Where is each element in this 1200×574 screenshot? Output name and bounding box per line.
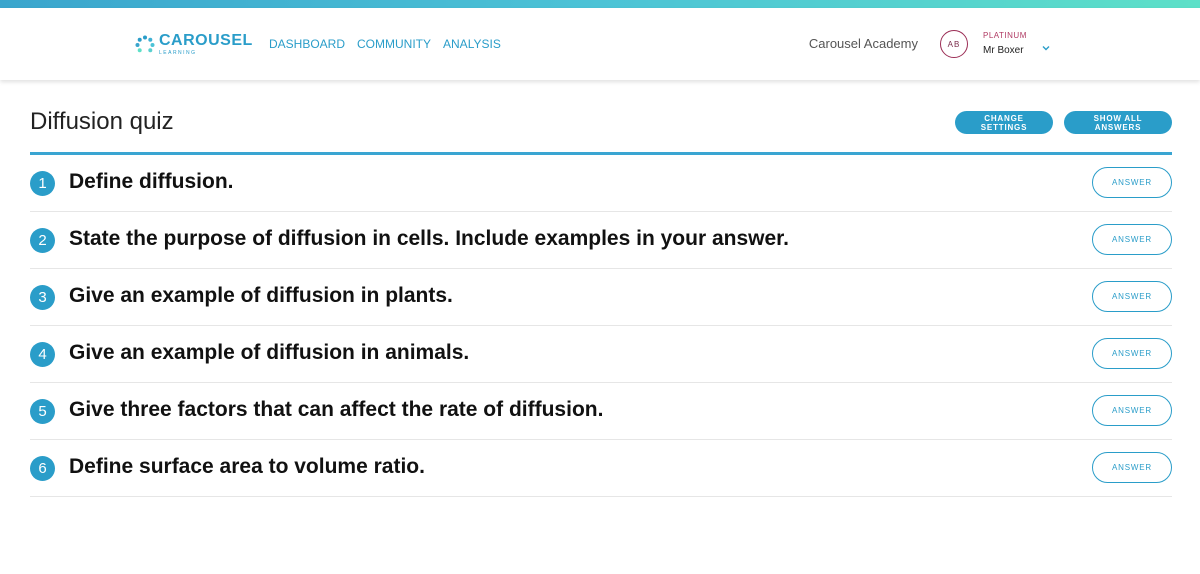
answer-button[interactable]: ANSWER [1092, 167, 1172, 198]
nav-dashboard[interactable]: DASHBOARD [269, 37, 345, 51]
school-name: Carousel Academy [808, 36, 918, 51]
question-number: 2 [30, 228, 55, 253]
chevron-down-icon[interactable] [1041, 43, 1051, 53]
logo-subtitle: LEARNING [159, 50, 197, 56]
nav-analysis[interactable]: ANALYSIS [443, 37, 501, 51]
page-title: Diffusion quiz [30, 108, 174, 135]
question-text: Give an example of diffusion in plants. [69, 284, 453, 307]
carousel-dots-icon [135, 35, 155, 53]
main-nav: DASHBOARD COMMUNITY ANALYSIS [269, 37, 501, 51]
plan-badge: PLATINUM [983, 31, 1027, 40]
question-list: 1 Define diffusion. ANSWER 2 State the p… [30, 155, 1172, 497]
question-text: Define surface area to volume ratio. [69, 455, 425, 478]
top-accent-strip [0, 0, 1200, 8]
answer-button[interactable]: ANSWER [1092, 224, 1172, 255]
answer-button[interactable]: ANSWER [1092, 452, 1172, 483]
question-row: 5 Give three factors that can affect the… [30, 383, 1172, 440]
carousel-logo[interactable]: CAROUSEL LEARNING [135, 32, 255, 62]
change-settings-button[interactable]: CHANGE SETTINGS [955, 111, 1053, 134]
question-row: 3 Give an example of diffusion in plants… [30, 269, 1172, 326]
user-name: Mr Boxer [983, 45, 1024, 56]
question-row: 2 State the purpose of diffusion in cell… [30, 212, 1172, 269]
nav-community[interactable]: COMMUNITY [357, 37, 431, 51]
question-number: 6 [30, 456, 55, 481]
question-text: Give an example of diffusion in animals. [69, 341, 470, 364]
question-row: 1 Define diffusion. ANSWER [30, 155, 1172, 212]
question-row: 6 Define surface area to volume ratio. A… [30, 440, 1172, 497]
question-number: 5 [30, 399, 55, 424]
avatar[interactable]: AB [940, 30, 968, 58]
question-text: Give three factors that can affect the r… [69, 398, 604, 421]
answer-button[interactable]: ANSWER [1092, 395, 1172, 426]
question-number: 1 [30, 171, 55, 196]
app-header: CAROUSEL LEARNING DASHBOARD COMMUNITY AN… [0, 8, 1200, 80]
question-number: 3 [30, 285, 55, 310]
question-number: 4 [30, 342, 55, 367]
question-text: Define diffusion. [69, 170, 234, 193]
question-text: State the purpose of diffusion in cells.… [69, 227, 789, 250]
show-all-answers-button[interactable]: SHOW ALL ANSWERS [1064, 111, 1172, 134]
answer-button[interactable]: ANSWER [1092, 338, 1172, 369]
question-row: 4 Give an example of diffusion in animal… [30, 326, 1172, 383]
answer-button[interactable]: ANSWER [1092, 281, 1172, 312]
logo-title: CAROUSEL [159, 32, 253, 49]
